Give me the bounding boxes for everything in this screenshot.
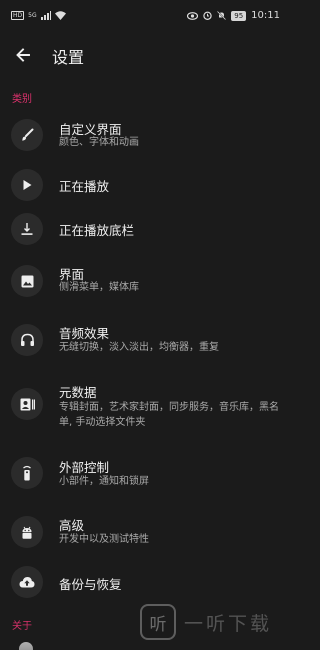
settings-item-now-playing[interactable]: 正在播放	[0, 168, 292, 202]
signal-icon	[40, 11, 51, 20]
page-title: 设置	[52, 48, 85, 67]
back-arrow-icon[interactable]	[12, 44, 34, 66]
clock: 10:11	[251, 10, 280, 21]
item-subtitle: 颜色、字体和动画	[59, 137, 139, 148]
item-title: 备份与恢复	[59, 577, 122, 592]
item-title: 正在播放底栏	[59, 223, 135, 238]
item-subtitle: 开发中以及测试特性	[59, 534, 149, 545]
metadata-icon	[11, 388, 43, 420]
watermark-logo: 听	[140, 604, 176, 640]
play-icon	[11, 169, 43, 201]
bottom-bar-icon	[11, 213, 43, 245]
image-icon	[11, 265, 43, 297]
item-subtitle: 无缝切换，淡入淡出，均衡器，重复	[59, 342, 219, 353]
section-header-category: 类别	[12, 94, 32, 105]
settings-item-external-control[interactable]: 外部控制 小部件，通知和锁屏	[0, 454, 292, 500]
app-bar: 设置	[0, 34, 292, 78]
status-bar: HD 5G 95 10:11	[0, 0, 292, 34]
settings-item-customize-ui[interactable]: 自定义界面 颜色、字体和动画	[0, 112, 292, 158]
watermark-text: 一听下载	[184, 612, 273, 635]
settings-item-audio[interactable]: 音频效果 无缝切换，淡入淡出，均衡器，重复	[0, 318, 292, 364]
cloud-upload-icon	[11, 566, 43, 598]
settings-item-interface[interactable]: 界面 侧滑菜单，媒体库	[0, 258, 292, 304]
settings-item-backup[interactable]: 备份与恢复	[0, 566, 292, 600]
status-left: HD 5G	[11, 11, 66, 20]
headphones-icon	[11, 324, 43, 356]
item-title: 元数据	[59, 385, 97, 400]
alarm-icon	[203, 11, 212, 20]
settings-item-now-playing-bar[interactable]: 正在播放底栏	[0, 212, 292, 246]
android-icon	[11, 516, 43, 548]
wifi-icon	[54, 11, 66, 20]
battery-indicator: 95	[231, 10, 247, 21]
item-subtitle: 专辑封面，艺术家封面，同步服务，音乐库，黑名单, 手动选择文件夹	[59, 402, 279, 428]
settings-item-metadata[interactable]: 元数据 专辑封面，艺术家封面，同步服务，音乐库，黑名单, 手动选择文件夹	[0, 380, 292, 442]
mute-icon	[217, 11, 227, 20]
hd-badge: HD	[11, 11, 25, 20]
network-badge: 5G	[28, 12, 37, 19]
watermark: 听 一听下载	[140, 602, 286, 642]
item-subtitle: 小部件，通知和锁屏	[59, 476, 149, 487]
item-subtitle: 侧滑菜单，媒体库	[59, 282, 139, 293]
eye-icon	[187, 11, 199, 20]
paintbrush-icon	[11, 119, 43, 151]
item-title: 正在播放	[59, 179, 110, 194]
settings-item-advanced[interactable]: 高级 开发中以及测试特性	[0, 512, 292, 558]
remote-icon	[11, 457, 43, 489]
status-right: 95 10:11	[187, 10, 280, 21]
